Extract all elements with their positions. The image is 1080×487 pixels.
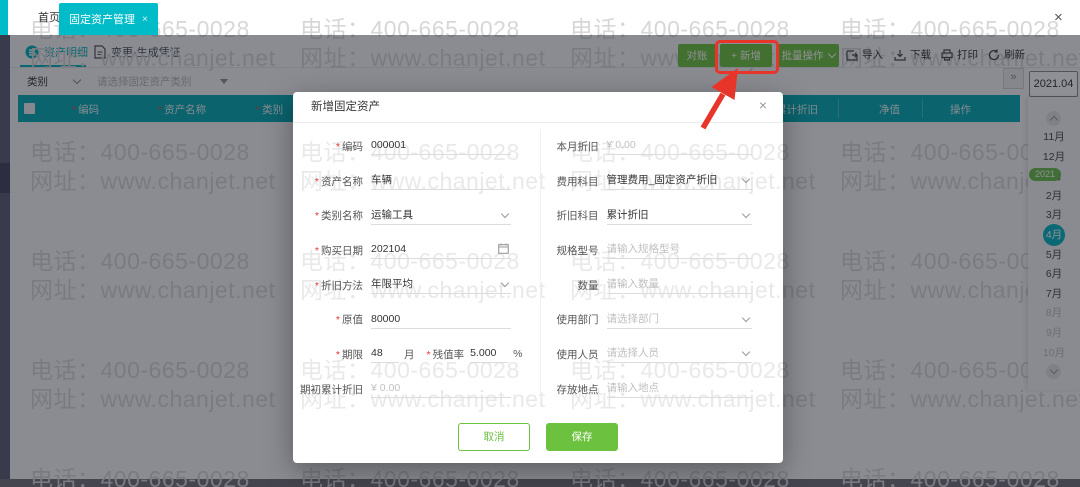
field-row-category-name: *类别名称运输工具	[299, 198, 540, 233]
field-label-expense-account: 费用科目	[549, 174, 599, 189]
chevron-down-icon	[501, 209, 509, 217]
tab-close-icon[interactable]: ×	[142, 14, 148, 25]
field-label-residual-rate: *残值率	[427, 347, 465, 362]
chevron-down-icon	[501, 279, 509, 287]
field-row-expense-account: 费用科目管理费用_固定资产折旧	[549, 164, 784, 199]
tab-label: 固定资产管理	[69, 11, 135, 27]
input-initial-accumulated-depreciation[interactable]: ¥ 0.00	[371, 380, 511, 398]
corner-accent	[0, 0, 8, 35]
input-spec-model[interactable]: 请输入规格型号	[607, 241, 752, 259]
field-row-original-value: *原值 80000	[299, 302, 540, 337]
field-row-quantity: 数量请输入数量	[549, 268, 784, 303]
input-quantity[interactable]: 请输入数量	[607, 276, 752, 294]
input-category-name[interactable]: 运输工具	[371, 207, 511, 225]
field-row-term: *期限 48 月 *残值率 5.000 %	[299, 337, 540, 372]
watermark-text: 电话：400-665-0028	[570, 460, 783, 463]
field-label-term: *期限	[299, 347, 363, 362]
field-row-spec-model: 规格型号请输入规格型号	[549, 233, 784, 268]
input-location[interactable]: 请输入地点	[607, 380, 752, 398]
watermark-text: 电话：400-665-0028	[300, 460, 520, 463]
input-depreciation-method[interactable]: 年限平均	[371, 276, 511, 294]
top-tab-bar	[0, 0, 1080, 35]
input-expense-account[interactable]: 管理费用_固定资产折旧	[607, 172, 752, 190]
field-label-department: 使用部门	[549, 312, 599, 327]
save-button[interactable]: 保存	[546, 423, 618, 451]
field-label-monthly-depreciation: 本月折旧	[549, 139, 599, 154]
cancel-button[interactable]: 取消	[458, 423, 530, 451]
field-row-location: 存放地点请输入地点	[549, 372, 784, 407]
input-depreciation-account[interactable]: 累计折旧	[607, 207, 752, 225]
field-label-code: *编码	[299, 139, 363, 154]
field-label-initial-accumulated-depreciation: 期初累计折旧	[299, 382, 363, 397]
input-user[interactable]: 请选择人员	[607, 345, 752, 363]
field-label-category-name: *类别名称	[299, 208, 363, 223]
chevron-down-icon	[741, 314, 749, 322]
input-purchase-date[interactable]: 202104	[371, 241, 511, 259]
input-department[interactable]: 请选择部门	[607, 311, 752, 329]
residual-rate-unit: %	[513, 348, 522, 360]
field-row-code: *编码 000001	[299, 129, 540, 164]
modal-title: 新增固定资产	[293, 92, 783, 123]
field-row-depreciation-account: 折旧科目累计折旧	[549, 198, 784, 233]
field-row-asset-name: *资产名称车辆	[299, 164, 540, 199]
field-row-user: 使用人员请选择人员	[549, 337, 784, 372]
app-root: 首页 固定资产管理 × × 资产明细 变更·生成凭证 类别 请选择固定	[0, 0, 1080, 487]
chevron-down-icon	[741, 348, 749, 356]
input-residual-rate[interactable]: 5.000	[470, 345, 508, 363]
field-row-department: 使用部门请选择部门	[549, 302, 784, 337]
chevron-down-icon	[741, 209, 749, 217]
field-label-depreciation-account: 折旧科目	[549, 208, 599, 223]
field-row-purchase-date: *购买日期 202104	[299, 233, 540, 268]
input-term[interactable]: 48	[371, 345, 399, 363]
term-unit: 月	[404, 347, 415, 362]
field-label-asset-name: *资产名称	[299, 174, 363, 189]
field-label-original-value: *原值	[299, 312, 363, 327]
tab-home[interactable]: 首页	[38, 9, 60, 25]
modal-close-icon[interactable]: ×	[759, 98, 767, 112]
chevron-down-icon	[741, 175, 749, 183]
input-original-value[interactable]: 80000	[371, 311, 511, 329]
calendar-icon	[498, 243, 509, 254]
window-close-icon[interactable]: ×	[1054, 9, 1063, 26]
field-label-quantity: 数量	[549, 278, 599, 293]
field-row-monthly-depreciation: 本月折旧 ¥ 0.00	[549, 129, 784, 164]
field-label-user: 使用人员	[549, 347, 599, 362]
input-monthly-depreciation[interactable]: ¥ 0.00	[607, 137, 752, 155]
field-row-depreciation-method: *折旧方法年限平均	[299, 268, 540, 303]
field-label-purchase-date: *购买日期	[299, 243, 363, 258]
field-label-location: 存放地点	[549, 382, 599, 397]
field-label-depreciation-method: *折旧方法	[299, 278, 363, 293]
field-row-initial-accumulated-depreciation: 期初累计折旧 ¥ 0.00	[299, 372, 540, 407]
input-code[interactable]: 000001	[371, 137, 511, 155]
field-label-spec-model: 规格型号	[549, 243, 599, 258]
tab-fixed-asset-management[interactable]: 固定资产管理 ×	[59, 3, 158, 35]
input-asset-name[interactable]: 车辆	[371, 172, 511, 190]
add-fixed-asset-modal: 电话：400-665-0028网址：www.chanjet.net电话：400-…	[293, 92, 783, 463]
